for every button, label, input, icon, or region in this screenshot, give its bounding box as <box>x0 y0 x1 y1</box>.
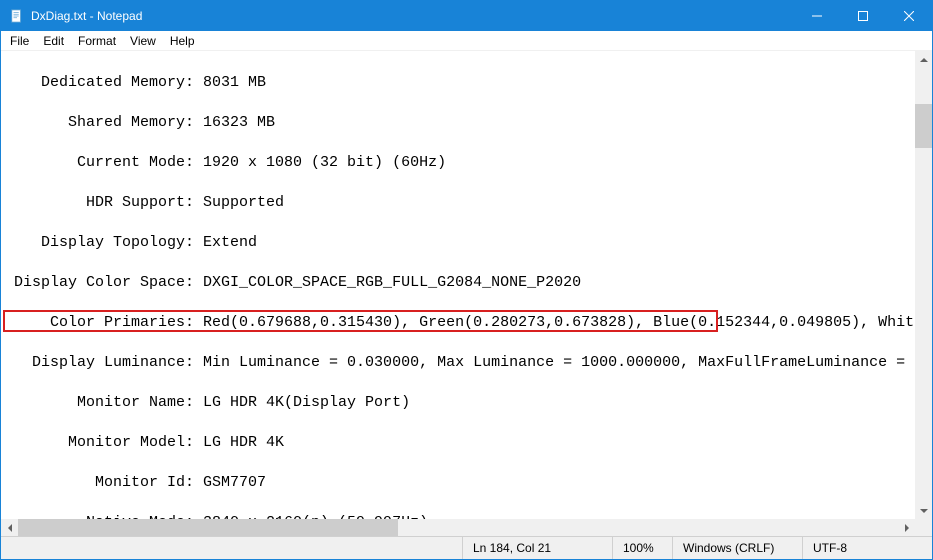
titlebar[interactable]: DxDiag.txt - Notepad <box>1 1 932 31</box>
statusbar: Ln 184, Col 21 100% Windows (CRLF) UTF-8 <box>1 536 932 559</box>
scrollbar-corner <box>915 519 932 536</box>
chevron-up-icon <box>920 58 928 62</box>
vertical-scroll-track[interactable] <box>915 68 932 502</box>
horizontal-scrollbar[interactable] <box>1 519 915 536</box>
text-line: Monitor Model: LG HDR 4K <box>5 433 911 453</box>
close-button[interactable] <box>886 1 932 31</box>
menu-file[interactable]: File <box>3 32 36 50</box>
text-line: Monitor Id: GSM7707 <box>5 473 911 493</box>
maximize-button[interactable] <box>840 1 886 31</box>
status-line-ending: Windows (CRLF) <box>672 537 802 559</box>
chevron-left-icon <box>8 524 12 532</box>
text-line: Shared Memory: 16323 MB <box>5 113 911 133</box>
vertical-scrollbar[interactable] <box>915 51 932 519</box>
chevron-down-icon <box>920 509 928 513</box>
window-controls <box>794 1 932 31</box>
menu-view[interactable]: View <box>123 32 163 50</box>
text-line: Dedicated Memory: 8031 MB <box>5 73 911 93</box>
horizontal-scroll-track[interactable] <box>18 519 898 536</box>
window-title: DxDiag.txt - Notepad <box>31 9 794 23</box>
scroll-left-button[interactable] <box>1 519 18 536</box>
text-line: Color Primaries: Red(0.679688,0.315430),… <box>5 313 911 333</box>
status-encoding: UTF-8 <box>802 537 932 559</box>
text-line: Monitor Name: LG HDR 4K(Display Port) <box>5 393 911 413</box>
scroll-down-button[interactable] <box>915 502 932 519</box>
chevron-right-icon <box>905 524 909 532</box>
vertical-scroll-thumb[interactable] <box>915 104 932 148</box>
text-line: Display Topology: Extend <box>5 233 911 253</box>
menu-format[interactable]: Format <box>71 32 123 50</box>
scroll-up-button[interactable] <box>915 51 932 68</box>
menu-edit[interactable]: Edit <box>36 32 71 50</box>
menubar: File Edit Format View Help <box>1 31 932 51</box>
editor-area: Dedicated Memory: 8031 MB Shared Memory:… <box>1 51 932 536</box>
scroll-right-button[interactable] <box>898 519 915 536</box>
text-editor[interactable]: Dedicated Memory: 8031 MB Shared Memory:… <box>1 51 915 519</box>
status-zoom[interactable]: 100% <box>612 537 672 559</box>
text-line: HDR Support: Supported <box>5 193 911 213</box>
menu-help[interactable]: Help <box>163 32 202 50</box>
app-icon <box>9 8 25 24</box>
minimize-button[interactable] <box>794 1 840 31</box>
notepad-window: DxDiag.txt - Notepad File Edit Format Vi… <box>0 0 933 560</box>
text-line: Display Luminance: Min Luminance = 0.030… <box>5 353 911 373</box>
text-line: Current Mode: 1920 x 1080 (32 bit) (60Hz… <box>5 153 911 173</box>
status-cursor-position: Ln 184, Col 21 <box>462 537 612 559</box>
text-line: Display Color Space: DXGI_COLOR_SPACE_RG… <box>5 273 911 293</box>
horizontal-scroll-thumb[interactable] <box>18 519 398 536</box>
